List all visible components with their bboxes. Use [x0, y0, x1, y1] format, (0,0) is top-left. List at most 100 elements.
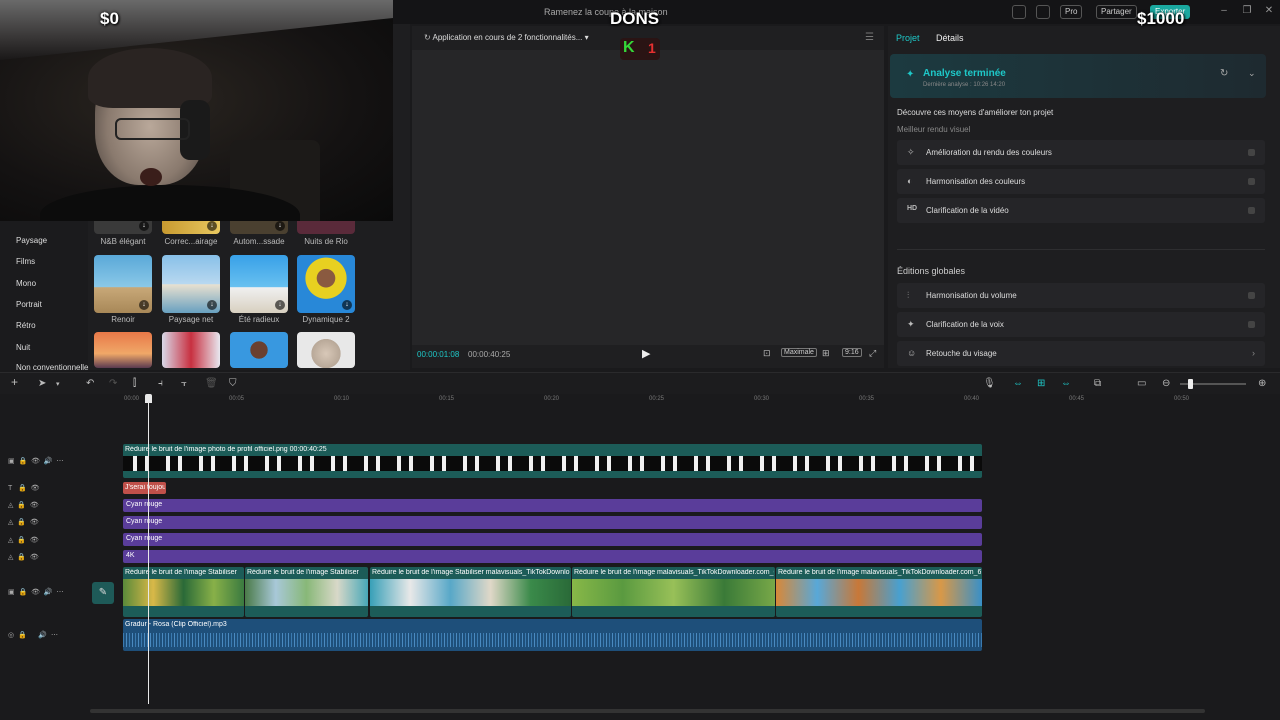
play-icon[interactable]: ▶ [642, 347, 650, 360]
chevron-right-icon[interactable]: › [1252, 348, 1255, 358]
category-portrait[interactable]: Portrait [16, 300, 42, 309]
track-controls-main[interactable]: ▣ 🔒 👁 🔊 ⋯ [8, 457, 64, 465]
tab-details[interactable]: Détails [936, 33, 964, 43]
track-controls-effect[interactable]: ◬ 🔒 👁 [8, 553, 39, 561]
option-face-retouch[interactable]: ☺ Retouche du visage › [897, 341, 1265, 366]
category-nuit[interactable]: Nuit [16, 343, 30, 352]
link-main-icon[interactable]: ⇔ [1013, 378, 1023, 389]
video-clip[interactable]: Réduire le bruit de l'image malavisuals_… [776, 567, 982, 617]
filter-thumb-dynamique-2[interactable]: ↓ [297, 255, 355, 313]
filter-thumb[interactable] [162, 332, 220, 368]
toggle[interactable] [1248, 207, 1255, 214]
category-paysage[interactable]: Paysage [16, 236, 47, 245]
category-retro[interactable]: Rétro [16, 321, 36, 330]
maximize-icon[interactable]: ❐ [1240, 5, 1254, 17]
layout-icon[interactable] [1012, 5, 1026, 19]
text-clip[interactable]: J'serai toujou [123, 482, 166, 494]
zoom-out-icon[interactable]: ⊖ [1162, 378, 1170, 389]
download-icon[interactable]: ↓ [342, 300, 352, 310]
ratio-dropdown[interactable]: 9:16 [842, 348, 862, 357]
option-color-harmonize[interactable]: ◐ Harmonisation des couleurs [897, 169, 1265, 194]
option-voice-clarify[interactable]: ✦ Clarification de la voix [897, 312, 1265, 337]
download-icon[interactable]: ↓ [275, 221, 285, 231]
clip-filmstrip [245, 579, 368, 606]
crop-icon[interactable]: ⊡ [763, 348, 771, 359]
select-tool-icon[interactable]: ➤ [38, 378, 46, 389]
toggle[interactable] [1248, 321, 1255, 328]
zoom-in-icon[interactable]: ⊕ [1258, 378, 1266, 389]
audio-clip[interactable]: Gradur - Rosa (Clip Officiel).mp3 [123, 619, 982, 651]
filter-thumb[interactable] [297, 332, 355, 368]
timeline-scrollbar[interactable] [90, 709, 1205, 713]
filter-thumb-paysage-net[interactable]: ↓ [162, 255, 220, 313]
track-controls-text[interactable]: T 🔒 👁 [8, 484, 39, 492]
screenshot-icon[interactable]: ⊞ [822, 348, 830, 359]
download-icon[interactable]: ↓ [207, 300, 217, 310]
download-icon[interactable]: ↓ [139, 300, 149, 310]
filter-thumb[interactable] [230, 332, 288, 368]
option-volume-harmonize[interactable]: ⫶ Harmonisation du volume [897, 283, 1265, 308]
filter-thumb-ete-radieux[interactable]: ↓ [230, 255, 288, 313]
redo-icon[interactable]: ↷ [109, 378, 117, 389]
refresh-icon[interactable]: ↻ [1220, 68, 1228, 79]
effect-clip[interactable]: 4K [123, 550, 982, 563]
track-controls-audio[interactable]: ◎ 🔒 🔊 ⋯ [8, 631, 58, 639]
effect-clip[interactable]: Cyan rouge [123, 499, 982, 512]
download-icon[interactable]: ↓ [275, 300, 285, 310]
minimize-icon[interactable]: – [1217, 5, 1231, 17]
split-icon[interactable]: ⫿ [133, 378, 136, 389]
link-icon[interactable]: ⇔ [1061, 378, 1071, 389]
option-color-enhance[interactable]: ✧ Amélioration du rendu des couleurs [897, 140, 1265, 165]
timeline-ruler[interactable]: 00:00 00:05 00:10 00:15 00:20 00:25 00:3… [90, 394, 1280, 406]
shield-icon[interactable]: ⛉ [229, 378, 237, 389]
best-visual-label: Meilleur rendu visuel [897, 125, 971, 134]
quality-dropdown[interactable]: Maximale [781, 348, 817, 357]
tab-projet[interactable]: Projet [896, 33, 920, 43]
playhead[interactable] [148, 396, 149, 704]
main-image-clip[interactable]: Réduire le bruit de l'image photo de pro… [123, 444, 982, 478]
zoom-slider-handle[interactable] [1188, 379, 1193, 389]
toggle[interactable] [1248, 178, 1255, 185]
track-controls-effect[interactable]: ◬ 🔒 👁 [8, 501, 39, 509]
undo-icon[interactable]: ↶ [86, 378, 94, 389]
cover-edit-icon[interactable]: ✎ [92, 582, 114, 604]
download-icon[interactable]: ↓ [139, 221, 149, 231]
toggle[interactable] [1248, 149, 1255, 156]
category-mono[interactable]: Mono [16, 279, 36, 288]
chevron-down-icon[interactable]: ▾ [56, 380, 60, 388]
preview-viewport[interactable] [412, 50, 884, 345]
delete-icon[interactable]: 🗑 [205, 378, 218, 389]
filter-thumb[interactable] [94, 332, 152, 368]
track-controls-effect[interactable]: ◬ 🔒 👁 [8, 518, 39, 526]
track-controls-video[interactable]: ▣ 🔒 👁 🔊 ⋯ [8, 588, 64, 596]
video-clip[interactable]: Réduire le bruit de l'image Stabiliser m… [370, 567, 571, 617]
fullscreen-icon[interactable]: ⤢ [869, 348, 876, 359]
video-clip[interactable]: Réduire le bruit de l'image malavisuals_… [572, 567, 775, 617]
analysis-card[interactable]: ✦ Analyse terminée Dernière analyse : 10… [890, 54, 1266, 98]
microphone-icon[interactable]: 🎙 [983, 378, 996, 389]
caption-icon[interactable]: ▭ [1137, 378, 1146, 389]
close-icon[interactable]: ✕ [1262, 5, 1276, 17]
pro-button[interactable]: Pro [1060, 5, 1083, 19]
category-non-conventionnelle[interactable]: Non conventionnelle [16, 363, 89, 372]
player-status[interactable]: ↻ Application en cours de 2 fonctionnali… [424, 33, 589, 42]
share-button[interactable]: Partager [1096, 5, 1137, 19]
video-clip[interactable]: Réduire le bruit de l'image Stabiliser [245, 567, 368, 617]
video-clip[interactable]: Réduire le bruit de l'image Stabiliser [123, 567, 244, 617]
filter-thumb-renoir[interactable]: ↓ [94, 255, 152, 313]
effect-clip[interactable]: Cyan rouge [123, 516, 982, 529]
split-left-icon[interactable]: ⫞ [158, 378, 163, 389]
add-track-icon[interactable]: + [11, 375, 18, 389]
track-controls-effect[interactable]: ◬ 🔒 👁 [8, 536, 39, 544]
magnet-icon[interactable]: ⊞ [1037, 378, 1045, 389]
toggle[interactable] [1248, 292, 1255, 299]
split-right-icon[interactable]: ⫟ [181, 378, 187, 389]
chevron-down-icon[interactable]: ⌄ [1248, 68, 1256, 79]
category-films[interactable]: Films [16, 257, 35, 266]
option-video-clarify[interactable]: HD Clarification de la vidéo [897, 198, 1265, 223]
menu-icon[interactable]: ☰ [865, 32, 874, 43]
shortcut-icon[interactable] [1036, 5, 1050, 19]
download-icon[interactable]: ↓ [207, 221, 217, 231]
effect-clip[interactable]: Cyan rouge [123, 533, 982, 546]
preview-axis-icon[interactable]: ⧉ [1094, 378, 1101, 389]
